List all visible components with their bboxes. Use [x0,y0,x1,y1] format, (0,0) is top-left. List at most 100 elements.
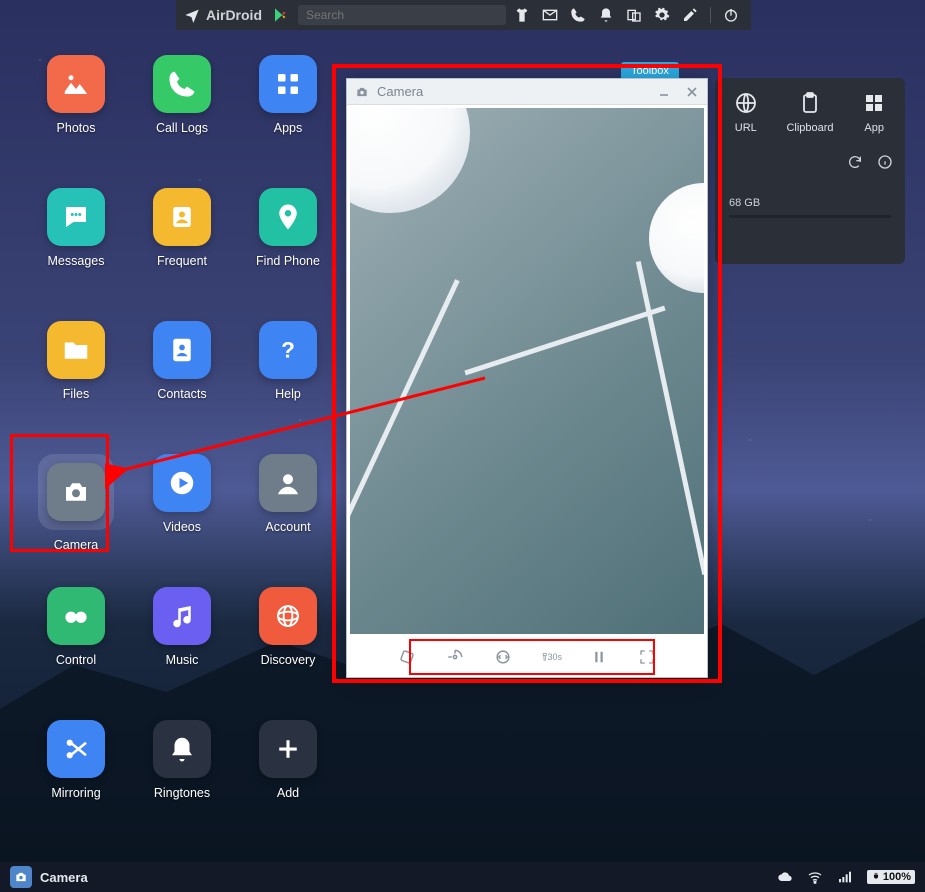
app-add[interactable]: Add [242,720,334,825]
rp-label: URL [735,122,757,134]
phone-icon[interactable] [570,7,586,23]
flashlight-timer-button[interactable]: 30s [540,646,562,668]
app-label: Help [275,387,301,401]
user-icon [273,468,303,498]
camera-title: Camera [377,84,423,99]
minimize-button[interactable] [657,85,671,99]
close-button[interactable] [685,85,699,99]
search-box[interactable] [298,5,506,25]
brand[interactable]: AirDroid [184,7,262,23]
rp-app[interactable]: App [861,90,887,134]
brand-label: AirDroid [206,7,262,23]
camera-icon [14,870,28,884]
grid-icon [861,90,887,116]
rotate-button[interactable] [396,646,418,668]
power-icon[interactable] [723,7,739,23]
app-frequent[interactable]: Frequent [136,188,228,293]
folder-icon [61,335,91,365]
refresh-icon[interactable] [847,154,863,170]
switch-camera-button[interactable] [492,646,514,668]
devices-icon[interactable] [626,7,642,23]
fullscreen-button[interactable] [636,646,658,668]
pause-button[interactable] [588,646,610,668]
app-label: Music [166,653,199,667]
rp-url[interactable]: URL [733,90,759,134]
app-ringtones[interactable]: Ringtones [136,720,228,825]
desktop-grid: Photos Call Logs Apps Messages Frequent … [30,55,334,825]
camera-icon [61,477,91,507]
cloud-icon[interactable] [777,869,793,885]
wifi-icon[interactable] [807,869,823,885]
app-files[interactable]: Files [30,321,122,426]
location-icon [273,202,303,232]
divider [710,7,711,23]
app-label: Mirroring [51,786,100,800]
tshirt-icon[interactable] [514,7,530,23]
app-label: Contacts [157,387,206,401]
pipe [464,306,665,376]
play-store-icon[interactable] [272,6,290,24]
app-discovery[interactable]: Discovery [242,587,334,692]
taskbar-status: 100% [777,869,915,885]
clipboard-icon [797,90,823,116]
app-label: Account [265,520,310,534]
app-music[interactable]: Music [136,587,228,692]
rp-clipboard[interactable]: Clipboard [786,90,833,134]
plus-icon [273,734,303,764]
taskbar-app-camera[interactable]: Camera [10,866,88,888]
globe-icon [273,601,303,631]
focus-button[interactable] [444,646,466,668]
app-find-phone[interactable]: Find Phone [242,188,334,293]
search-input[interactable] [306,8,498,22]
app-label: Control [56,653,96,667]
battery-indicator[interactable]: 100% [867,870,915,884]
app-account[interactable]: Account [242,454,334,559]
battery-text: 100% [883,871,911,883]
bell-icon[interactable] [598,7,614,23]
app-videos[interactable]: Videos [136,454,228,559]
storage-info: 68 GB [729,197,891,218]
app-label: Camera [54,538,98,552]
app-mirroring[interactable]: Mirroring [30,720,122,825]
app-photos[interactable]: Photos [30,55,122,160]
play-icon [167,468,197,498]
edit-icon[interactable] [682,7,698,23]
camera-titlebar[interactable]: Camera [347,79,707,105]
app-call-logs[interactable]: Call Logs [136,55,228,160]
lamp-glow [649,183,704,293]
topbar-icons [514,7,743,23]
phone-icon [167,69,197,99]
app-label: Find Phone [256,254,320,268]
rp-label: App [864,122,884,134]
plug-icon [871,872,881,882]
app-label: Add [277,786,299,800]
info-icon[interactable] [877,154,893,170]
app-messages[interactable]: Messages [30,188,122,293]
grid-icon [273,69,303,99]
app-apps[interactable]: Apps [242,55,334,160]
gear-icon[interactable] [654,7,670,23]
app-label: Frequent [157,254,207,268]
top-bar: AirDroid [176,0,751,30]
lamp-glow [350,108,470,213]
app-label: Apps [274,121,303,135]
app-label: Call Logs [156,121,208,135]
contacts-icon [167,335,197,365]
signal-icon[interactable] [837,869,853,885]
app-control[interactable]: Control [30,587,122,692]
app-help[interactable]: ?Help [242,321,334,426]
app-label: Photos [57,121,96,135]
rp-label: Clipboard [786,122,833,134]
app-label: Discovery [261,653,316,667]
camera-icon [355,85,369,99]
app-camera[interactable]: Camera [30,454,122,559]
photos-icon [61,69,91,99]
app-label: Ringtones [154,786,210,800]
mail-icon[interactable] [542,7,558,23]
camera-feed [350,108,704,634]
app-contacts[interactable]: Contacts [136,321,228,426]
message-icon [61,202,91,232]
app-label: Videos [163,520,201,534]
app-label: Messages [48,254,105,268]
globe-icon [733,90,759,116]
